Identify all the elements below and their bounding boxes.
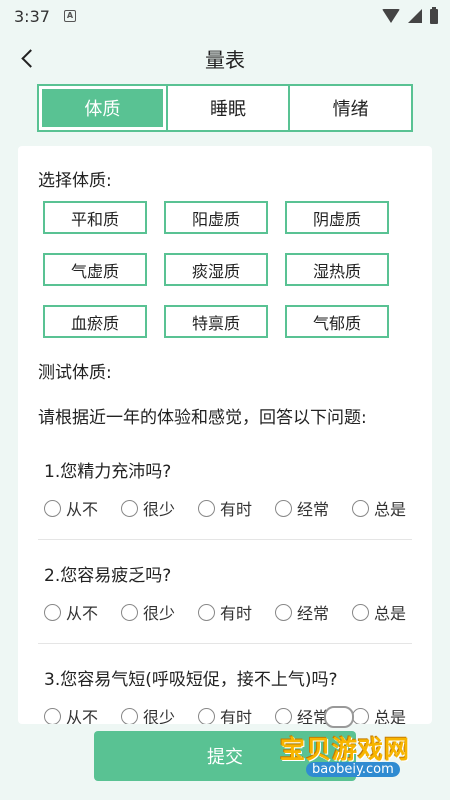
radio-icon (275, 707, 292, 724)
radio-icon (352, 499, 369, 517)
notification-a-icon: A (63, 10, 76, 22)
answer-option[interactable]: 从不 (44, 704, 121, 724)
status-bar: 3:37 A (0, 0, 450, 32)
answer-option[interactable]: 很少 (121, 496, 198, 520)
answer-label: 总是 (374, 604, 407, 623)
constitution-option[interactable]: 气郁质 (285, 305, 389, 338)
answer-option[interactable]: 从不 (44, 600, 121, 624)
radio-icon (44, 603, 61, 621)
answer-option[interactable]: 很少 (121, 600, 198, 624)
constitution-option[interactable]: 痰湿质 (164, 253, 268, 286)
chevron-left-icon (21, 48, 40, 68)
question-text: 2.您容易疲乏吗? (44, 566, 172, 586)
question-text: 3.您容易气短(呼吸短促，接不上气)吗? (44, 670, 338, 690)
back-button[interactable] (14, 44, 42, 72)
answer-options: 从不 很少 有时 经常 总是 (44, 600, 429, 624)
radio-icon (44, 707, 61, 724)
instruction-text: 请根据近一年的体验和感觉，回答以下问题: (38, 408, 367, 428)
battery-icon (430, 6, 438, 24)
constitution-option[interactable]: 特禀质 (164, 305, 268, 338)
questionnaire-card: 选择体质: 平和质 阳虚质 阴虚质 气虚质 痰湿质 湿热质 血瘀质 特禀质 气郁… (18, 146, 432, 724)
answer-option[interactable]: 有时 (198, 600, 275, 624)
answer-label: 从不 (66, 708, 99, 724)
navigation-bar: 量表 (0, 32, 450, 84)
constitution-options: 平和质 阳虚质 阴虚质 气虚质 痰湿质 湿热质 血瘀质 特禀质 气郁质 (43, 201, 393, 338)
answer-option[interactable]: 经常 (275, 496, 352, 520)
answer-label: 有时 (220, 500, 253, 519)
answer-option[interactable]: 总是 (352, 496, 429, 520)
answer-label: 从不 (66, 500, 99, 519)
constitution-option[interactable]: 湿热质 (285, 253, 389, 286)
select-constitution-label: 选择体质: (38, 171, 112, 191)
constitution-option[interactable]: 血瘀质 (43, 305, 147, 338)
constitution-option[interactable]: 气虚质 (43, 253, 147, 286)
answer-label: 有时 (220, 604, 253, 623)
radio-icon (352, 603, 369, 621)
constitution-option[interactable]: 阴虚质 (285, 201, 389, 234)
tab-emotion[interactable]: 情绪 (288, 86, 411, 130)
divider (38, 539, 412, 540)
radio-icon (121, 603, 138, 621)
radio-icon (121, 499, 138, 517)
radio-icon (198, 707, 215, 724)
test-constitution-label: 测试体质: (38, 363, 112, 383)
divider (38, 643, 412, 644)
answer-label: 经常 (297, 604, 330, 623)
answer-label: 有时 (220, 708, 253, 724)
radio-icon (198, 603, 215, 621)
answer-option[interactable]: 总是 (352, 704, 429, 724)
answer-option[interactable]: 从不 (44, 496, 121, 520)
answer-option[interactable]: 有时 (198, 704, 275, 724)
status-icons (382, 6, 438, 24)
answer-option[interactable]: 很少 (121, 704, 198, 724)
radio-icon (275, 603, 292, 621)
radio-icon (121, 707, 138, 724)
tab-bar: 体质 睡眠 情绪 (37, 84, 413, 132)
wifi-icon (382, 9, 400, 23)
answer-option[interactable]: 有时 (198, 496, 275, 520)
radio-icon (44, 499, 61, 517)
constitution-option[interactable]: 阳虚质 (164, 201, 268, 234)
answer-label: 很少 (143, 708, 176, 724)
answer-options: 从不 很少 有时 经常 总是 (44, 704, 429, 724)
status-time: 3:37 (14, 6, 50, 26)
radio-icon (275, 499, 292, 517)
question-text: 1.您精力充沛吗? (44, 462, 172, 482)
radio-icon (198, 499, 215, 517)
answer-label: 经常 (297, 500, 330, 519)
constitution-option[interactable]: 平和质 (43, 201, 147, 234)
answer-options: 从不 很少 有时 经常 总是 (44, 496, 429, 520)
radio-icon (352, 707, 369, 724)
page-title: 量表 (205, 47, 245, 72)
signal-icon (408, 9, 422, 23)
answer-label: 总是 (374, 708, 407, 724)
answer-label: 很少 (143, 500, 176, 519)
answer-label: 很少 (143, 604, 176, 623)
tab-constitution[interactable]: 体质 (42, 89, 163, 127)
answer-option[interactable]: 经常 (275, 704, 352, 724)
tab-sleep[interactable]: 睡眠 (165, 86, 289, 130)
submit-button[interactable]: 提交 (94, 731, 356, 781)
answer-option[interactable]: 经常 (275, 600, 352, 624)
answer-label: 从不 (66, 604, 99, 623)
answer-option[interactable]: 总是 (352, 600, 429, 624)
answer-label: 经常 (297, 708, 330, 724)
answer-label: 总是 (374, 500, 407, 519)
